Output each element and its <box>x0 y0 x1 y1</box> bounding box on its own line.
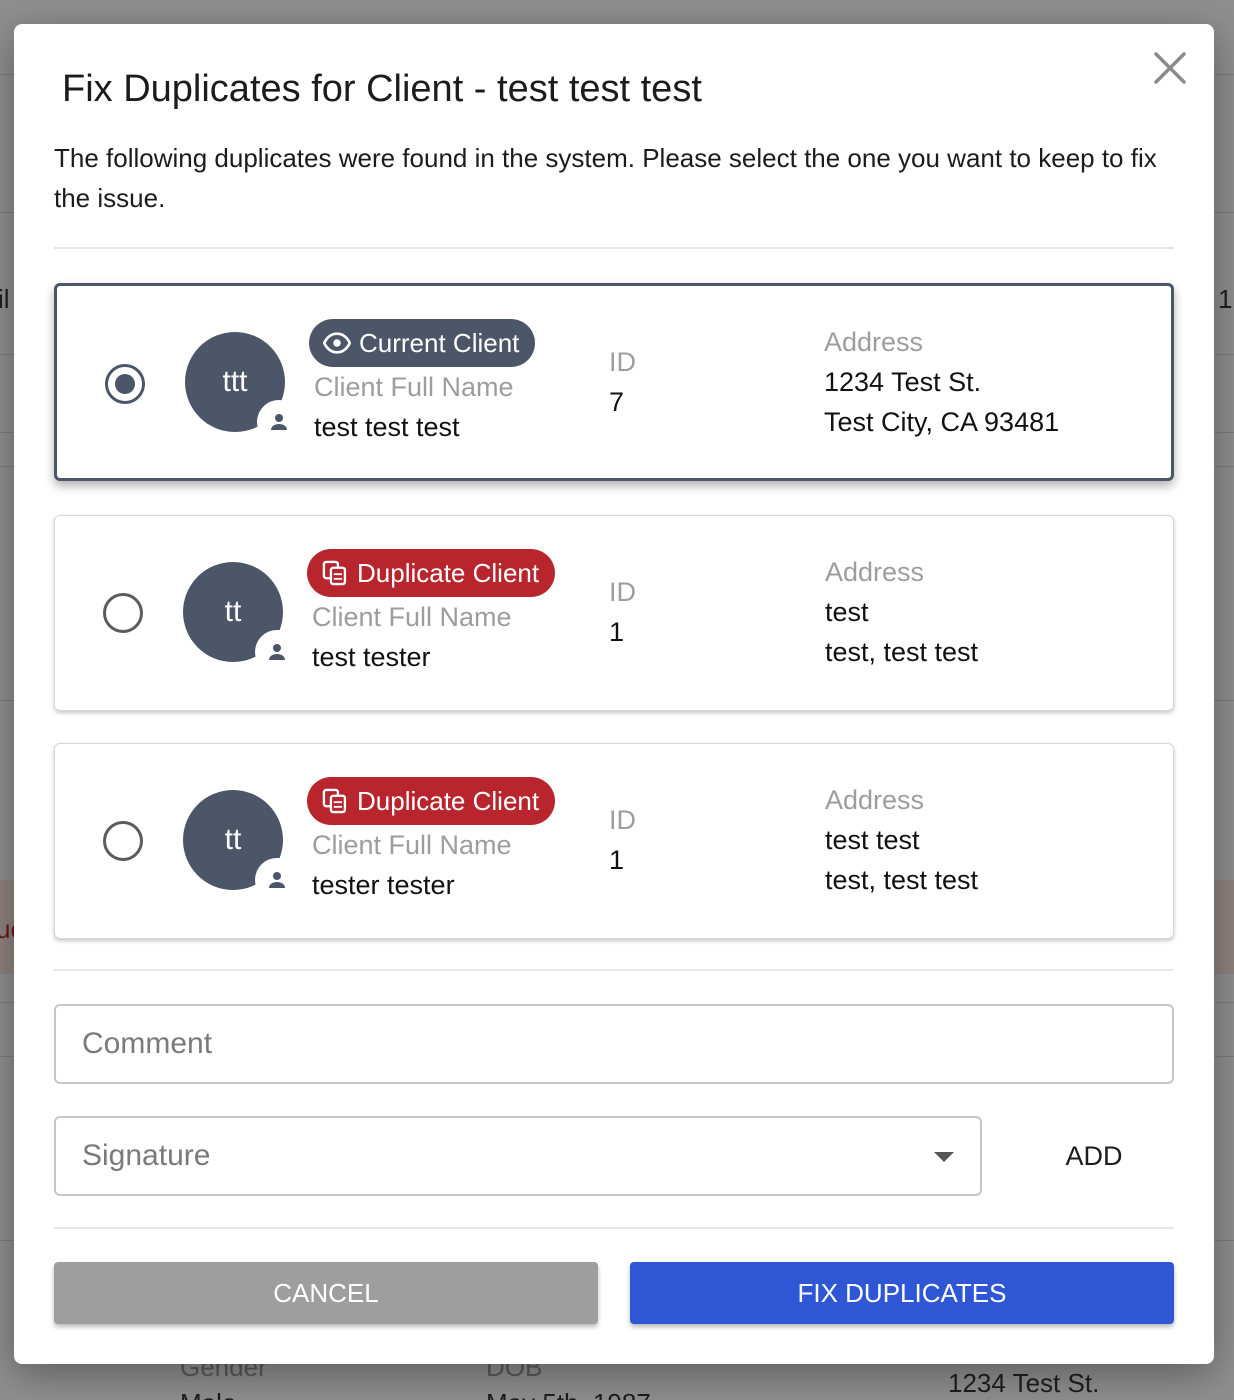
address-line1: 1234 Test St. <box>824 367 982 397</box>
current-client-chip: Current Client <box>309 319 536 367</box>
duplicate-icon <box>322 788 347 814</box>
duplicate-client-chip: Duplicate Client <box>307 777 556 825</box>
background-text: Male <box>180 1388 236 1400</box>
comment-input[interactable] <box>54 1004 1174 1084</box>
client-avatar: tt <box>183 562 299 674</box>
address-line2: test, test test <box>825 637 979 667</box>
background-text: May 5th, 1987 <box>486 1388 651 1400</box>
client-name-value: test test test <box>314 412 460 442</box>
client-avatar: ttt <box>185 332 301 444</box>
client-id-label: ID <box>609 347 636 377</box>
eye-icon <box>323 332 351 354</box>
client-avatar: tt <box>183 790 299 902</box>
address-line2: Test City, CA 93481 <box>824 407 1060 437</box>
signature-select[interactable]: Signature <box>54 1116 982 1196</box>
signature-placeholder: Signature <box>82 1139 211 1172</box>
close-button[interactable] <box>1152 50 1188 86</box>
address-label: Address <box>824 327 924 357</box>
person-badge <box>255 630 299 674</box>
person-icon <box>269 644 285 660</box>
background-text: 1 <box>1218 284 1233 314</box>
background-text: 1234 Test St. <box>948 1368 1100 1398</box>
address-line1: test <box>825 597 869 627</box>
client-option-card[interactable]: tt Duplicate Client Client Full Name tes… <box>54 515 1174 711</box>
chip-label: Current Client <box>359 327 520 358</box>
person-badge <box>257 400 301 444</box>
client-id-label: ID <box>609 805 636 835</box>
avatar-initials: tt <box>224 823 242 856</box>
divider <box>54 247 1174 249</box>
fix-duplicates-button[interactable]: FIX DUPLICATES <box>630 1262 1174 1324</box>
client-option-card[interactable]: ttt Current Client Client Full Name test… <box>54 283 1174 481</box>
duplicate-icon <box>322 560 347 586</box>
client-id-value: 1 <box>609 845 625 875</box>
address-label: Address <box>825 557 925 587</box>
address-line2: test, test test <box>825 865 979 895</box>
person-badge <box>255 858 299 902</box>
address-label: Address <box>825 785 925 815</box>
radio-selected-dot <box>115 374 135 394</box>
client-id-label: ID <box>609 577 636 607</box>
dialog-description: The following duplicates were found in t… <box>54 143 1157 213</box>
dropdown-arrow-icon <box>934 1152 954 1162</box>
address-line1: test test <box>825 825 920 855</box>
client-id-value: 1 <box>609 617 625 647</box>
client-radio-button[interactable] <box>103 593 143 633</box>
person-icon <box>271 414 287 430</box>
fix-duplicates-dialog: Fix Duplicates for Client - test test te… <box>14 24 1214 1364</box>
client-name-label: Client Full Name <box>314 372 514 402</box>
close-icon <box>1154 52 1186 84</box>
add-signature-button[interactable]: ADD <box>1046 1130 1142 1182</box>
background-text: il <box>0 284 10 314</box>
client-radio-button[interactable] <box>105 364 145 404</box>
chip-label: Duplicate Client <box>357 785 540 816</box>
divider <box>54 1227 1174 1229</box>
client-name-label: Client Full Name <box>312 830 512 860</box>
client-name-value: tester tester <box>312 870 455 900</box>
divider <box>54 969 1174 971</box>
client-name-label: Client Full Name <box>312 602 512 632</box>
client-id-value: 7 <box>609 387 625 417</box>
avatar-initials: ttt <box>222 365 248 398</box>
client-name-value: test tester <box>312 642 431 672</box>
client-option-card[interactable]: tt Duplicate Client Client Full Name tes… <box>54 743 1174 939</box>
person-icon <box>269 872 285 888</box>
avatar-initials: tt <box>224 595 242 628</box>
cancel-button[interactable]: CANCEL <box>54 1262 598 1324</box>
dialog-title: Fix Duplicates for Client - test test te… <box>62 68 702 110</box>
duplicate-client-chip: Duplicate Client <box>307 549 556 597</box>
chip-label: Duplicate Client <box>357 557 540 588</box>
client-radio-button[interactable] <box>103 821 143 861</box>
